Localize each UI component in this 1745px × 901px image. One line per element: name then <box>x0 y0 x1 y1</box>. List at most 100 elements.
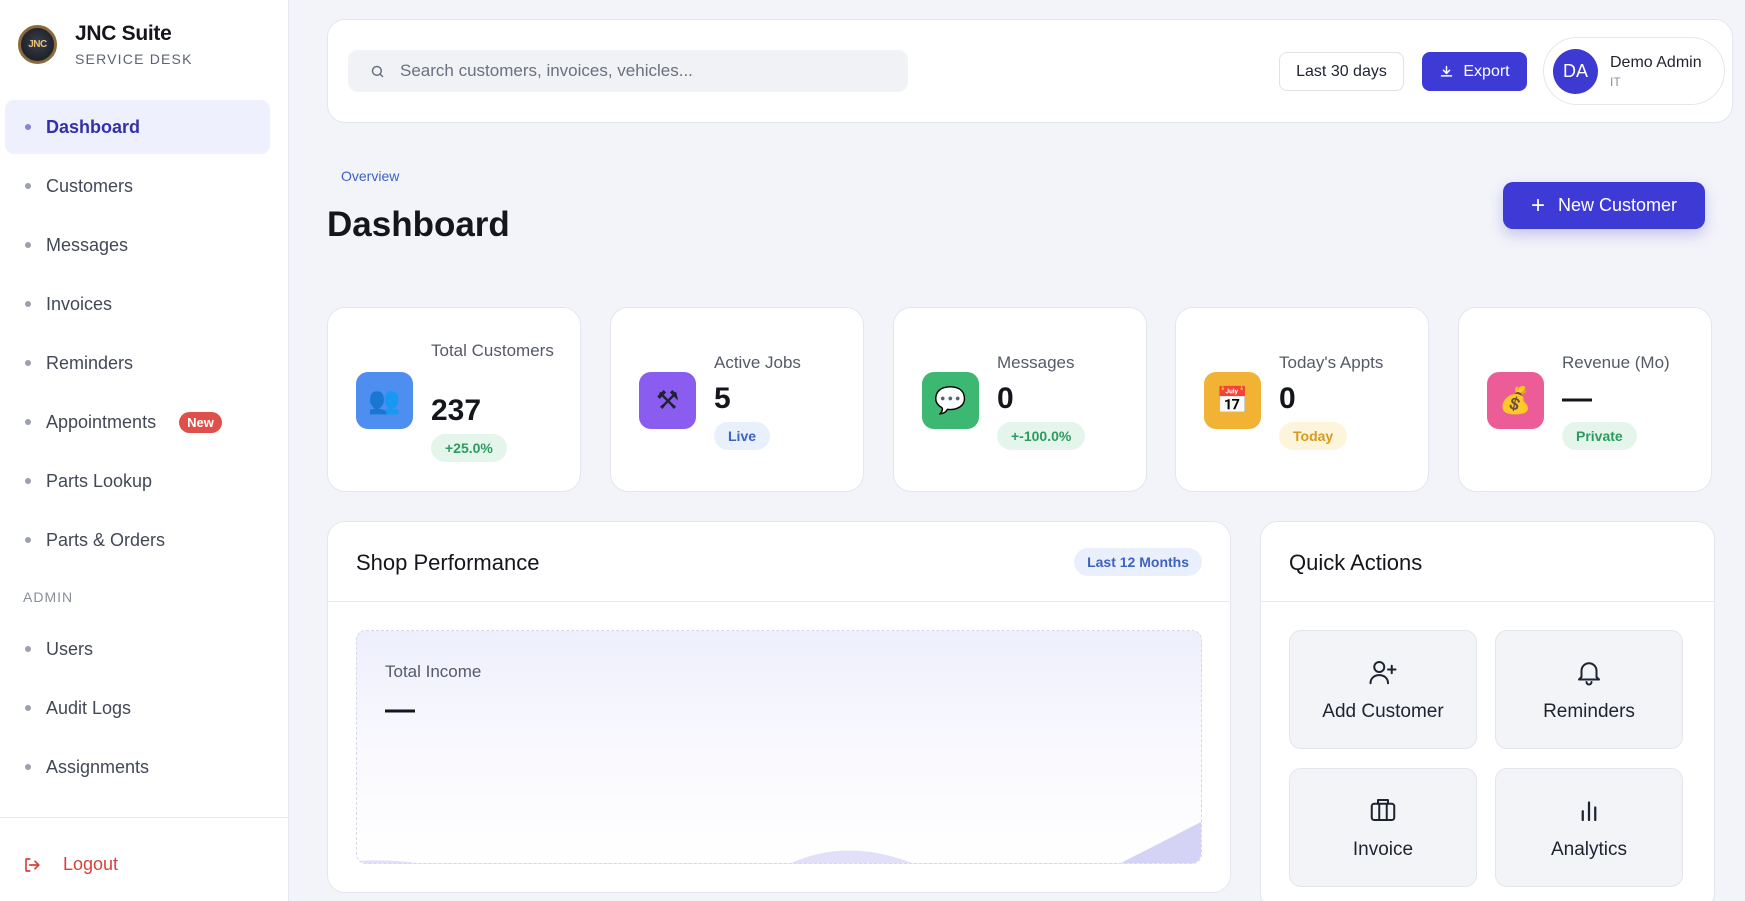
stat-card-todays-appts[interactable]: 📅 Today's Appts 0 Today <box>1175 307 1429 492</box>
quick-action-label: Reminders <box>1543 700 1635 722</box>
sidebar-item-assignments[interactable]: Assignments <box>5 740 270 794</box>
sidebar-nav: Dashboard Customers Messages Invoices Re… <box>5 100 270 799</box>
sidebar-item-reminders[interactable]: Reminders <box>5 336 270 390</box>
plus-icon: + <box>1530 191 1545 219</box>
quick-action-label: Analytics <box>1550 838 1628 860</box>
stat-status-badge: Private <box>1562 422 1637 450</box>
stat-value: 237 <box>431 394 482 427</box>
sidebar-item-messages[interactable]: Messages <box>5 218 270 272</box>
money-bag-icon: 💰 <box>1487 372 1544 429</box>
stat-label: Active Jobs <box>714 353 801 372</box>
panel-title: Quick Actions <box>1289 550 1423 575</box>
analytics-button[interactable]: Analytics <box>1495 768 1683 887</box>
new-customer-button[interactable]: + New Customer <box>1503 182 1705 229</box>
stat-label: Messages <box>997 353 1075 372</box>
calendar-icon: 📅 <box>1204 372 1261 429</box>
sidebar-item-label: Users <box>46 638 94 659</box>
sidebar-section-admin: ADMIN <box>23 589 74 605</box>
user-name: Demo Admin <box>1610 53 1702 71</box>
period-badge[interactable]: Last 12 Months <box>1074 548 1202 576</box>
add-customer-button[interactable]: Add Customer <box>1289 630 1477 749</box>
sidebar-item-label: Invoices <box>46 293 113 314</box>
bullet-icon <box>25 764 31 770</box>
brand-logo: JNC <box>18 25 57 64</box>
brand-name: JNC Suite <box>75 22 172 45</box>
download-icon <box>1441 65 1453 77</box>
logout-label: Logout <box>63 854 119 874</box>
user-menu[interactable]: DA Demo Admin IT <box>1543 37 1725 105</box>
user-role: IT <box>1610 74 1621 89</box>
sidebar-item-label: Reminders <box>46 352 134 373</box>
sidebar-item-audit-logs[interactable]: Audit Logs <box>5 681 270 735</box>
speech-bubble-icon: 💬 <box>922 372 979 429</box>
sidebar-item-invoices[interactable]: Invoices <box>5 277 270 331</box>
stat-card-active-jobs[interactable]: ⚒ Active Jobs 5 Live <box>610 307 864 492</box>
sidebar-footer: Logout <box>0 817 288 901</box>
stat-card-messages[interactable]: 💬 Messages 0 +-100.0% <box>893 307 1147 492</box>
top-bar: Last 30 days Export DA Demo Admin IT <box>327 19 1733 123</box>
sidebar-item-label: Parts & Orders <box>46 529 166 550</box>
stat-label: Total Customers <box>431 341 554 360</box>
search-box[interactable] <box>348 50 908 92</box>
stat-change-badge: +25.0% <box>431 434 507 462</box>
stat-status-badge: Live <box>714 422 771 450</box>
stat-value: 5 <box>714 382 731 415</box>
sidebar-item-label: Appointments <box>46 411 157 432</box>
quick-action-label: Add Customer <box>1322 700 1444 722</box>
sidebar-item-dashboard[interactable]: Dashboard <box>5 100 270 154</box>
sidebar-item-appointments[interactable]: Appointments New <box>5 395 270 449</box>
people-icon: 👥 <box>356 372 413 429</box>
logout-icon <box>25 857 40 872</box>
panel-title: Shop Performance <box>356 550 540 575</box>
user-plus-icon <box>1369 660 1397 684</box>
breadcrumb[interactable]: Overview <box>341 168 399 184</box>
export-label: Export <box>1463 62 1510 80</box>
avatar: DA <box>1553 48 1598 94</box>
stat-card-revenue[interactable]: 💰 Revenue (Mo) — Private <box>1458 307 1712 492</box>
bullet-icon <box>25 242 31 248</box>
brand[interactable]: JNC JNC Suite SERVICE DESK <box>18 22 193 67</box>
briefcase-icon <box>1370 798 1396 821</box>
invoice-button[interactable]: Invoice <box>1289 768 1477 887</box>
brand-subtitle: SERVICE DESK <box>75 51 193 67</box>
bell-icon <box>1578 661 1600 685</box>
sidebar-item-label: Dashboard <box>46 116 141 137</box>
export-button[interactable]: Export <box>1422 52 1527 91</box>
new-badge: New <box>179 411 222 433</box>
sidebar: JNC JNC Suite SERVICE DESK Dashboard Cus… <box>0 0 289 901</box>
search-input[interactable] <box>400 61 880 81</box>
tools-icon: ⚒ <box>639 372 696 429</box>
sidebar-item-label: Messages <box>46 234 129 255</box>
stat-value: 0 <box>1279 382 1296 415</box>
bullet-icon <box>25 419 31 425</box>
bullet-icon <box>25 478 31 484</box>
sidebar-item-parts-orders[interactable]: Parts & Orders <box>5 513 270 567</box>
stat-label: Revenue (Mo) <box>1562 353 1670 372</box>
bullet-icon <box>25 183 31 189</box>
sidebar-item-parts-lookup[interactable]: Parts Lookup <box>5 454 270 508</box>
sidebar-item-label: Parts Lookup <box>46 470 153 491</box>
bullet-icon <box>25 646 31 652</box>
bullet-icon <box>25 360 31 366</box>
new-customer-label: New Customer <box>1557 195 1678 215</box>
shop-performance-panel: Shop Performance Last 12 Months Total In… <box>327 521 1231 893</box>
stat-value: 0 <box>997 382 1014 415</box>
stat-card-total-customers[interactable]: 👥 Total Customers 237 +25.0% <box>327 307 581 492</box>
logout-button[interactable]: Logout <box>23 854 118 875</box>
quick-action-label: Invoice <box>1352 838 1414 860</box>
sidebar-item-customers[interactable]: Customers <box>5 159 270 213</box>
bullet-icon <box>25 537 31 543</box>
bar-chart-icon <box>1581 800 1597 821</box>
bullet-icon <box>25 124 31 130</box>
search-icon <box>371 65 384 77</box>
quick-actions-panel: Quick Actions Add Customer Reminders Inv… <box>1260 521 1715 901</box>
bullet-icon <box>25 705 31 711</box>
income-chart: Total Income — <box>356 630 1202 864</box>
sidebar-item-users[interactable]: Users <box>5 622 270 676</box>
sidebar-item-label: Customers <box>46 175 134 196</box>
stat-status-badge: Today <box>1279 422 1348 450</box>
date-range-button[interactable]: Last 30 days <box>1279 52 1404 91</box>
income-area-chart <box>357 822 1201 863</box>
stat-value: — <box>1562 382 1592 415</box>
reminders-button[interactable]: Reminders <box>1495 630 1683 749</box>
